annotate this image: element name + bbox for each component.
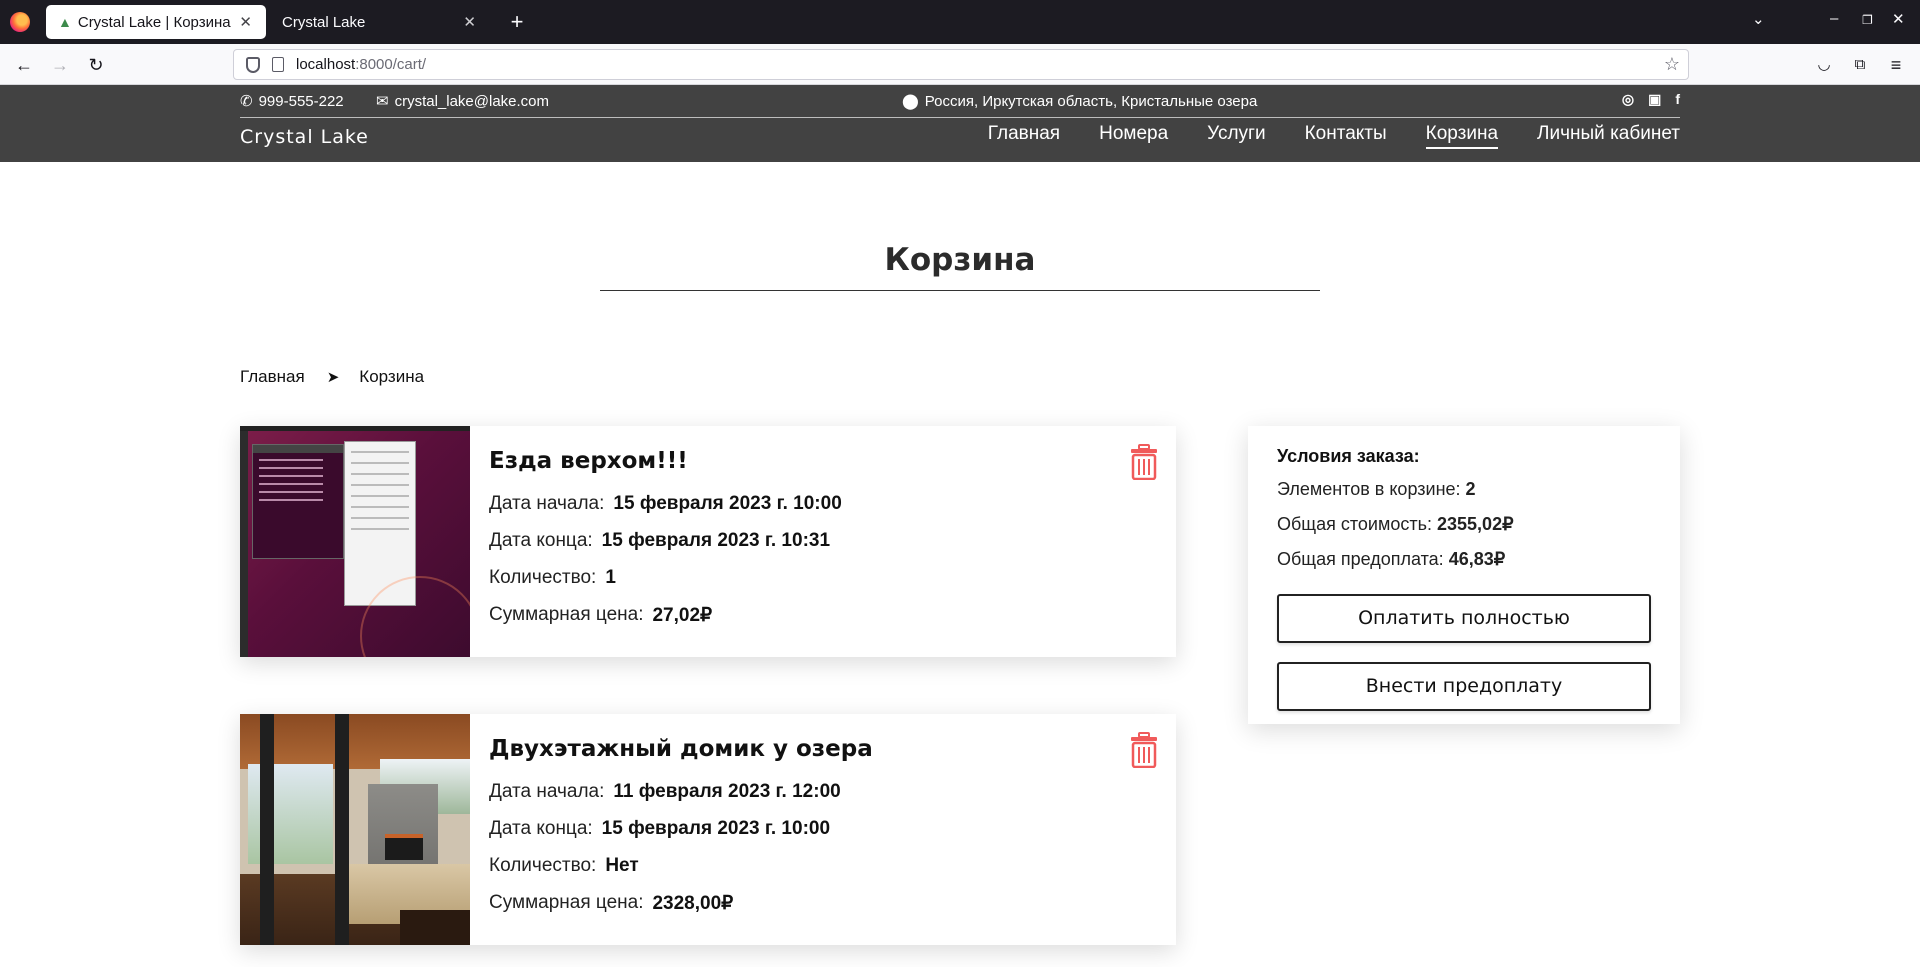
start-label: Дата начала: bbox=[489, 493, 605, 514]
browser-navbar: ← → ↻ localhost :8000/cart/ ☆ ◡ ⧉ ≡ bbox=[0, 44, 1920, 85]
envelope-icon: ✉ bbox=[376, 93, 389, 110]
address-text: Россия, Иркутская область, Кристальные о… bbox=[924, 92, 1258, 110]
email-text: crystal_lake@lake.com bbox=[394, 92, 550, 110]
cart-item: Езда верхом!!! Дата начала: 15 февраля 20… bbox=[240, 426, 1176, 657]
item-image bbox=[240, 426, 470, 657]
item-image bbox=[240, 714, 470, 945]
item-title: Езда верхом!!! bbox=[489, 448, 688, 474]
sum-label: Суммарная цена: bbox=[489, 892, 644, 913]
minimize-icon[interactable]: – bbox=[1830, 10, 1838, 27]
sum-value: 27,02₽ bbox=[652, 605, 713, 626]
qty-label: Количество: bbox=[489, 855, 597, 876]
start-label: Дата начала: bbox=[489, 781, 605, 802]
shield-icon[interactable] bbox=[246, 56, 260, 73]
title-divider bbox=[600, 290, 1320, 291]
phone-text: 999-555-222 bbox=[258, 92, 344, 110]
breadcrumb-current: Корзина bbox=[359, 367, 425, 386]
nav-home[interactable]: Главная bbox=[988, 123, 1060, 149]
tab-label: Crystal Lake | Корзина bbox=[77, 13, 231, 31]
arrow-right-icon: ➤ bbox=[326, 369, 340, 386]
firefox-icon[interactable] bbox=[10, 12, 30, 32]
start-value: 11 февраля 2023 г. 12:00 bbox=[613, 781, 841, 802]
breadcrumb: Главная ➤ Корзина bbox=[240, 367, 424, 387]
browser-tabbar: ▲ Crystal Lake | Корзина ✕ Crystal Lake … bbox=[0, 0, 1920, 44]
tab-label: Crystal Lake bbox=[282, 13, 366, 31]
phone-link[interactable]: ✆ 999-555-222 bbox=[240, 92, 344, 111]
url-bar[interactable]: localhost :8000/cart/ ☆ bbox=[233, 49, 1689, 80]
count-value: 2 bbox=[1465, 479, 1476, 499]
back-icon[interactable]: ← bbox=[10, 52, 38, 78]
sum-label: Суммарная цена: bbox=[489, 604, 644, 625]
facebook-icon[interactable]: f bbox=[1675, 91, 1680, 108]
address: ⬤ Россия, Иркутская область, Кристальные… bbox=[902, 92, 1258, 111]
map-pin-icon: ⬤ bbox=[902, 93, 919, 110]
nav-rooms[interactable]: Номера bbox=[1099, 123, 1168, 149]
pay-full-button[interactable]: Оплатить полностью bbox=[1277, 594, 1651, 643]
sum-value: 2328,00₽ bbox=[652, 893, 734, 914]
trash-icon[interactable] bbox=[1130, 444, 1158, 480]
url-host: localhost bbox=[296, 56, 356, 73]
new-tab-icon[interactable]: + bbox=[504, 8, 530, 36]
start-value: 15 февраля 2023 г. 10:00 bbox=[613, 493, 842, 514]
end-label: Дата конца: bbox=[489, 530, 593, 551]
qty-value: 1 bbox=[605, 567, 616, 588]
end-label: Дата конца: bbox=[489, 818, 593, 839]
cart-item: Двухэтажный домик у озера Дата начала: 11… bbox=[240, 714, 1176, 945]
menu-icon[interactable]: ≡ bbox=[1882, 52, 1910, 78]
close-icon[interactable]: ✕ bbox=[239, 13, 252, 31]
prepay-button[interactable]: Внести предоплату bbox=[1277, 662, 1651, 711]
forward-icon[interactable]: → bbox=[46, 52, 74, 78]
reload-icon[interactable]: ↻ bbox=[82, 52, 110, 78]
site-header: ✆ 999-555-222 ✉ crystal_lake@lake.com ⬤ … bbox=[0, 85, 1920, 162]
total-label: Общая стоимость: bbox=[1277, 514, 1432, 534]
restore-icon[interactable]: ❐ bbox=[1862, 13, 1873, 27]
pocket-icon[interactable]: ◡ bbox=[1810, 52, 1838, 78]
item-title: Двухэтажный домик у озера bbox=[489, 736, 873, 762]
instagram-icon[interactable]: ◎ bbox=[1622, 91, 1634, 108]
extensions-icon[interactable]: ⧉ bbox=[1846, 52, 1874, 78]
end-value: 15 февраля 2023 г. 10:00 bbox=[601, 818, 831, 839]
vk-icon[interactable]: ▣ bbox=[1648, 91, 1661, 108]
prepay-value: 46,83₽ bbox=[1448, 549, 1506, 569]
qty-label: Количество: bbox=[489, 567, 597, 588]
bookmark-star-icon[interactable]: ☆ bbox=[1664, 54, 1680, 75]
tree-icon: ▲ bbox=[58, 14, 72, 30]
phone-icon: ✆ bbox=[240, 93, 253, 110]
nav-contacts[interactable]: Контакты bbox=[1305, 123, 1387, 149]
contact-bar: ✆ 999-555-222 ✉ crystal_lake@lake.com ⬤ … bbox=[240, 85, 1680, 118]
url-path: :8000/cart/ bbox=[355, 56, 427, 73]
end-value: 15 февраля 2023 г. 10:31 bbox=[601, 530, 831, 551]
site-logo[interactable]: Crystal Lake bbox=[240, 126, 369, 148]
tab-cart[interactable]: ▲ Crystal Lake | Корзина ✕ bbox=[46, 5, 266, 39]
nav-cart[interactable]: Корзина bbox=[1425, 123, 1499, 149]
email-link[interactable]: ✉ crystal_lake@lake.com bbox=[376, 92, 550, 111]
page-icon[interactable] bbox=[272, 57, 284, 72]
social-links: ◎ ▣ f bbox=[1622, 91, 1680, 108]
nav-services[interactable]: Услуги bbox=[1207, 123, 1265, 149]
summary-heading: Условия заказа: bbox=[1277, 446, 1420, 466]
count-label: Элементов в корзине: bbox=[1277, 479, 1461, 499]
page-title: Корзина bbox=[884, 242, 1036, 278]
total-value: 2355,02₽ bbox=[1437, 514, 1514, 534]
prepay-label: Общая предоплата: bbox=[1277, 549, 1444, 569]
nav-account[interactable]: Личный кабинет bbox=[1537, 123, 1680, 149]
trash-icon[interactable] bbox=[1130, 732, 1158, 768]
main-nav: Главная Номера Услуги Контакты Корзина Л… bbox=[988, 123, 1680, 149]
chevron-down-icon[interactable]: ⌄ bbox=[1752, 10, 1765, 28]
breadcrumb-home[interactable]: Главная bbox=[240, 367, 305, 387]
tab-home[interactable]: Crystal Lake ✕ bbox=[270, 5, 490, 39]
close-icon[interactable]: ✕ bbox=[463, 13, 476, 31]
qty-value: Нет bbox=[605, 855, 639, 876]
order-summary: Условия заказа: Элементов в корзине: 2 О… bbox=[1248, 426, 1680, 724]
close-window-icon[interactable]: ✕ bbox=[1892, 10, 1905, 28]
